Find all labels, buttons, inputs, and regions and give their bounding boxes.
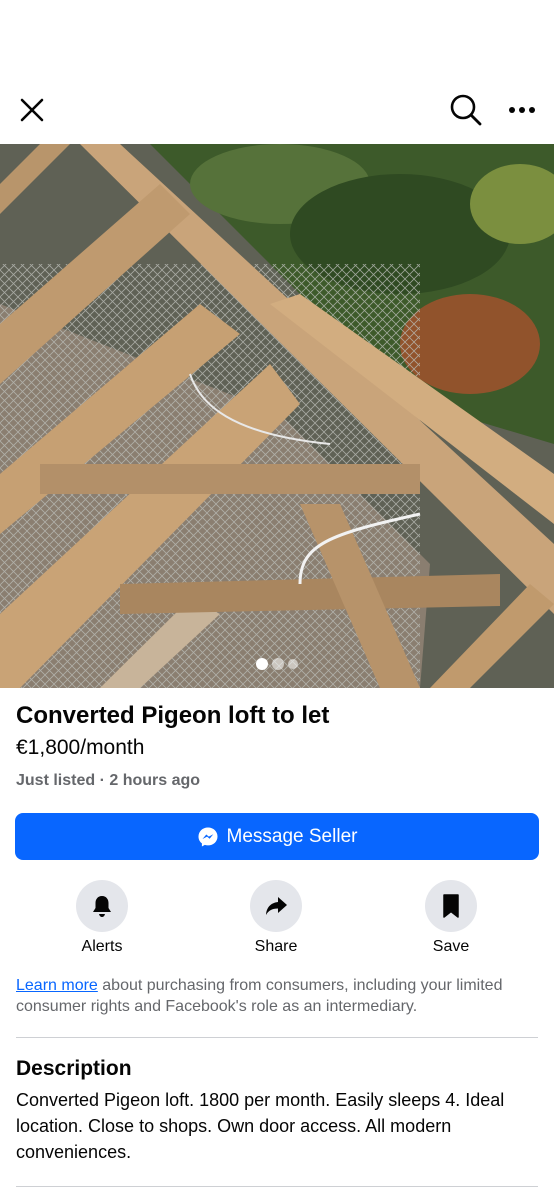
- save-button-circle[interactable]: [425, 880, 477, 932]
- message-seller-button[interactable]: Message Seller: [15, 813, 539, 860]
- consumer-rights-notice: Learn more about purchasing from consume…: [16, 975, 536, 1017]
- more-options-button[interactable]: [500, 90, 544, 130]
- bell-icon: [93, 896, 111, 917]
- gallery-dot[interactable]: [288, 659, 298, 669]
- learn-more-link[interactable]: Learn more: [16, 977, 98, 994]
- save-label: Save: [432, 938, 470, 955]
- message-seller-label: Message Seller: [226, 825, 358, 847]
- description-heading: Description: [16, 1057, 132, 1080]
- alerts-button[interactable]: Alerts: [47, 880, 157, 956]
- gallery-page-indicator: [0, 658, 554, 670]
- alerts-button-circle[interactable]: [76, 880, 128, 932]
- listing-price: €1,800/month: [16, 736, 145, 759]
- section-divider: [16, 1037, 538, 1038]
- messenger-icon: [198, 827, 218, 846]
- alerts-label: Alerts: [81, 938, 123, 955]
- share-label: Share: [254, 938, 298, 955]
- share-arrow-icon: [266, 897, 287, 915]
- search-icon: [450, 94, 482, 126]
- gallery-dot[interactable]: [272, 658, 284, 670]
- listing-meta: Just listed · 2 hours ago: [16, 772, 201, 789]
- gallery-dot[interactable]: [256, 658, 268, 670]
- description-text: Converted Pigeon loft. 1800 per month. E…: [16, 1090, 505, 1162]
- more-icon: [509, 107, 535, 113]
- save-button[interactable]: Save: [396, 880, 506, 956]
- close-icon: [20, 98, 44, 122]
- search-button[interactable]: [444, 88, 488, 132]
- share-button[interactable]: Share: [221, 880, 331, 956]
- top-bar: [0, 0, 554, 144]
- section-divider: [16, 1186, 538, 1187]
- share-button-circle[interactable]: [250, 880, 302, 932]
- close-button[interactable]: [12, 90, 52, 130]
- pigeon-loft-photo: [0, 144, 554, 688]
- listing-title: Converted Pigeon loft to let: [16, 702, 330, 729]
- bookmark-icon: [443, 894, 459, 918]
- listing-photo[interactable]: [0, 144, 554, 688]
